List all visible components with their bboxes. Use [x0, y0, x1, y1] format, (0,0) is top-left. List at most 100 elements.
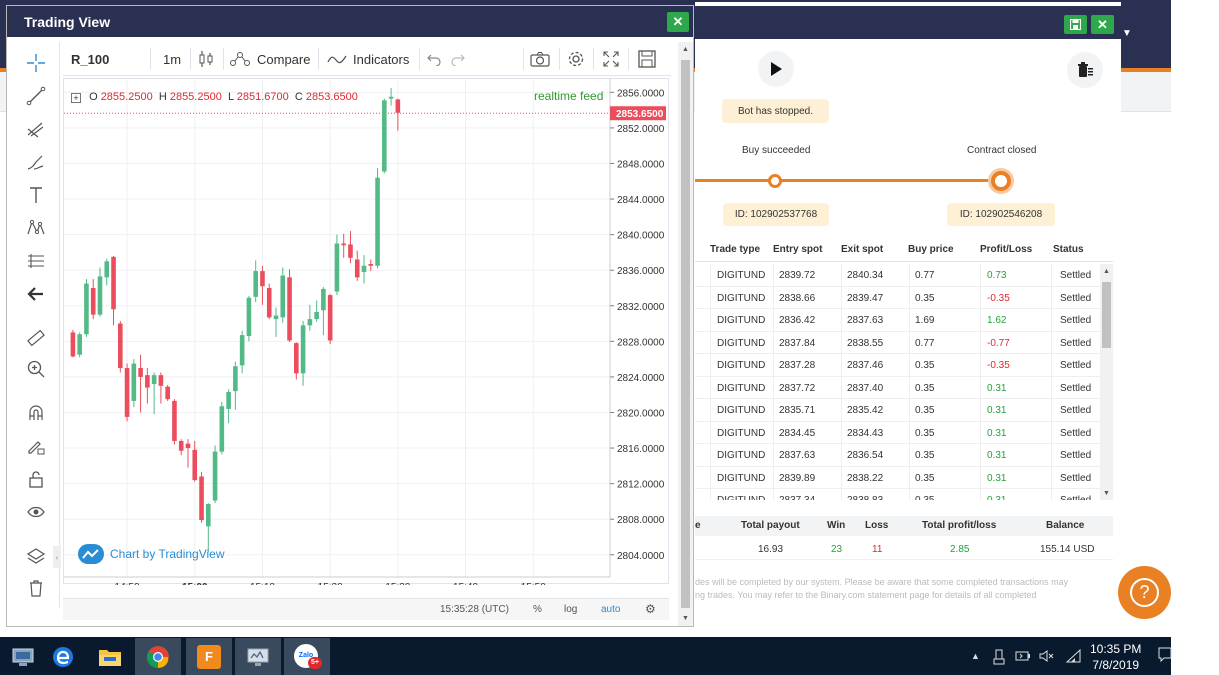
- collapse-toolbar-button[interactable]: ‹: [53, 546, 61, 568]
- taskbar-app-zalo[interactable]: Zalo 5+: [284, 638, 330, 675]
- scroll-up-icon[interactable]: ▲: [1103, 268, 1110, 275]
- utc-clock[interactable]: 15:35:28 (UTC): [440, 604, 509, 615]
- table-row[interactable]: DIGITUND 2837.72 2837.40 0.35 0.31 Settled: [695, 376, 1101, 399]
- notifications-icon[interactable]: [1158, 647, 1172, 666]
- closed-contract-id[interactable]: ID: 102902546208: [947, 203, 1055, 226]
- cell-buy-price: 0.35: [915, 450, 935, 461]
- log-toggle[interactable]: log: [564, 604, 577, 615]
- chrome-icon: [147, 645, 169, 668]
- ruler-tool[interactable]: [25, 327, 47, 349]
- table-row[interactable]: DIGITUND 2837.84 2838.55 0.77 -0.77 Settled: [695, 331, 1101, 354]
- scroll-up-icon[interactable]: ▲: [682, 46, 689, 53]
- indicators-icon-wrap[interactable]: [326, 49, 348, 69]
- table-row[interactable]: DIGITUND 2836.42 2837.63 1.69 1.62 Settled: [695, 309, 1101, 332]
- auto-toggle[interactable]: auto: [601, 604, 620, 615]
- trading-view-close-button[interactable]: ✕: [667, 12, 689, 32]
- taskbar-app-f[interactable]: F: [186, 638, 232, 675]
- account-dropdown-caret-icon[interactable]: ▼: [1122, 28, 1132, 39]
- buy-contract-id[interactable]: ID: 102902537768: [723, 203, 829, 226]
- magnet-tool[interactable]: [25, 402, 47, 424]
- table-row[interactable]: DIGITUND 2837.28 2837.46 0.35 -0.35 Settled: [695, 354, 1101, 377]
- tray-chevron-up-icon[interactable]: ▲: [971, 651, 980, 661]
- scroll-down-icon[interactable]: ▼: [1103, 490, 1110, 497]
- transactions-scrollbar[interactable]: ▲ ▼: [1100, 264, 1113, 500]
- table-row[interactable]: DIGITUND 2839.89 2838.22 0.35 0.31 Settled: [695, 466, 1101, 489]
- redo-button[interactable]: [447, 49, 469, 69]
- scroll-down-icon[interactable]: ▼: [682, 615, 689, 622]
- save-button[interactable]: [1064, 15, 1087, 34]
- lock-drawings-tool[interactable]: [25, 435, 47, 457]
- prediction-tool[interactable]: [25, 250, 47, 272]
- compare-button[interactable]: Compare: [257, 52, 310, 67]
- battery-plug-icon[interactable]: [1015, 649, 1031, 666]
- compare-icon-wrap[interactable]: [229, 49, 251, 69]
- chart-settings-gear-icon[interactable]: ⚙: [645, 602, 656, 616]
- table-row[interactable]: DIGITUND 2839.72 2840.34 0.77 0.73 Settled: [695, 264, 1101, 287]
- candle-body: [70, 332, 76, 357]
- col-exit-spot: Exit spot: [841, 244, 884, 255]
- scroll-thumb[interactable]: [681, 60, 690, 608]
- taskbar-app-monitor[interactable]: [235, 638, 281, 675]
- volume-muted-icon[interactable]: [1039, 649, 1055, 666]
- taskbar-app-chrome[interactable]: [135, 638, 181, 675]
- toolbar-divider: [190, 48, 191, 70]
- chart-style-button[interactable]: [195, 49, 217, 69]
- visibility-tool[interactable]: [25, 501, 47, 523]
- candle-body: [260, 271, 265, 287]
- fullscreen-button[interactable]: [600, 49, 622, 69]
- tradingview-brand[interactable]: Chart by TradingView: [78, 544, 225, 564]
- cell-trade-type: DIGITUND: [717, 360, 766, 371]
- drawing-toolbar: [16, 42, 60, 608]
- settings-button[interactable]: [565, 49, 587, 69]
- table-row[interactable]: DIGITUND 2835.71 2835.42 0.35 0.31 Settled: [695, 399, 1101, 422]
- back-tool[interactable]: [25, 283, 47, 305]
- fib-tool[interactable]: [25, 118, 47, 140]
- summary-values: 16.93 23 11 2.85 155.14 USD: [695, 538, 1113, 560]
- taskbar-app-file-explorer[interactable]: [87, 638, 133, 675]
- symbol-search[interactable]: R_100: [71, 52, 109, 67]
- remove-drawings-tool[interactable]: [25, 577, 47, 599]
- legend-expand-icon[interactable]: +: [71, 93, 81, 103]
- cell-exit-spot: 2838.55: [847, 337, 884, 349]
- table-row[interactable]: DIGITUND 2838.66 2839.47 0.35 -0.35 Settled: [695, 286, 1101, 309]
- zoom-tool[interactable]: [25, 358, 47, 380]
- ohlc-l-label: L: [227, 91, 234, 103]
- taskbar-app-edge[interactable]: [40, 638, 86, 675]
- brush-tool[interactable]: [25, 151, 47, 173]
- transactions-scroll-thumb[interactable]: [1102, 282, 1111, 348]
- run-bot-button[interactable]: [758, 51, 794, 87]
- y-tick-label: 2856.0000: [617, 88, 665, 99]
- table-row[interactable]: DIGITUND 2834.45 2834.43 0.35 0.31 Settled: [695, 421, 1101, 444]
- text-tool[interactable]: [25, 184, 47, 206]
- wifi-icon[interactable]: [1065, 648, 1082, 666]
- toolbar-divider: [419, 48, 420, 70]
- col-status: Status: [1053, 244, 1084, 255]
- crosshair-tool[interactable]: [25, 52, 47, 74]
- trading-view-titlebar[interactable]: Trading View ✕: [7, 6, 693, 37]
- candlestick-chart[interactable]: 2856.0000 2852.0000 2848.0000 2844.0000 2840…: [64, 79, 670, 585]
- trend-line-tool[interactable]: [25, 85, 47, 107]
- candle-body: [165, 386, 170, 400]
- table-row[interactable]: DIGITUND 2837.34 2838.83 0.35 0.31 Settled: [695, 489, 1101, 500]
- close-button[interactable]: ✕: [1091, 15, 1114, 34]
- clear-stats-button[interactable]: [1067, 52, 1103, 88]
- help-button[interactable]: ?: [1118, 566, 1171, 619]
- unlock-tool[interactable]: [25, 468, 47, 490]
- interval-selector[interactable]: 1m: [163, 52, 181, 67]
- column-divider: [1051, 331, 1052, 354]
- x-tick-label: 15:30: [385, 582, 410, 585]
- ohlc-c-label: C: [294, 91, 303, 103]
- trading-view-scrollbar[interactable]: ▲ ▼: [678, 42, 693, 626]
- usb-icon[interactable]: [993, 649, 1005, 668]
- indicators-button[interactable]: Indicators: [353, 52, 409, 67]
- screenshot-button[interactable]: [529, 49, 551, 69]
- percent-toggle[interactable]: %: [533, 604, 542, 615]
- chart-area[interactable]: 2856.0000 2852.0000 2848.0000 2844.0000 2840…: [63, 78, 670, 585]
- save-layout-button[interactable]: [636, 49, 658, 69]
- undo-button[interactable]: [423, 49, 445, 69]
- table-row[interactable]: DIGITUND 2837.63 2836.54 0.35 0.31 Settled: [695, 444, 1101, 467]
- layers-tool[interactable]: [25, 545, 47, 567]
- pattern-tool[interactable]: [25, 217, 47, 239]
- transactions-list[interactable]: DIGITUND 2839.72 2840.34 0.77 0.73 Settled DIG…: [695, 264, 1101, 500]
- system-clock[interactable]: 10:35 PM 7/8/2019: [1090, 641, 1141, 673]
